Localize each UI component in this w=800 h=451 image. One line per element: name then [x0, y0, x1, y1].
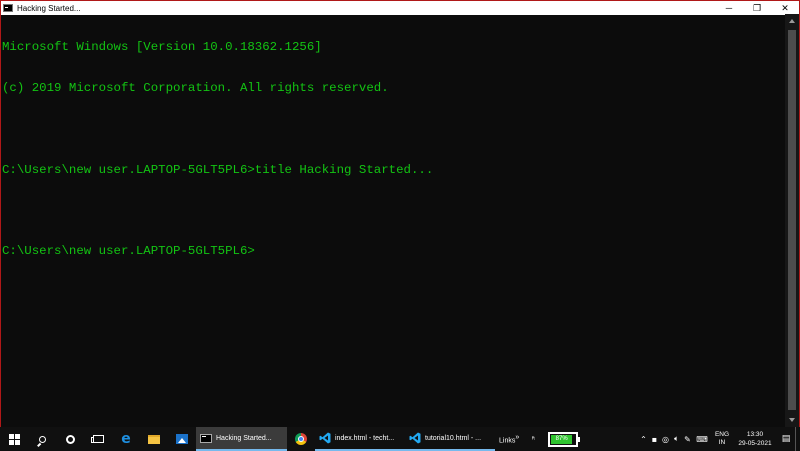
keyboard-icon[interactable]: ⌨ [693, 427, 711, 451]
globe-icon[interactable]: ◎ [660, 427, 671, 451]
task-view-button[interactable] [84, 427, 112, 451]
task-label: index.html - techt... [335, 434, 395, 442]
chevron-down-icon [789, 418, 795, 422]
vscode-icon [409, 432, 421, 444]
task-vscode-index[interactable]: index.html - techt... [315, 427, 405, 451]
scrollbar-thumb[interactable] [788, 30, 796, 410]
clock-time: 13:30 [746, 431, 764, 438]
windows-start-icon [8, 433, 20, 445]
task-view-icon [90, 435, 104, 443]
maximize-button[interactable]: ❐ [743, 1, 771, 15]
close-button[interactable]: ✕ [771, 1, 799, 15]
console-line: C:\Users\new user.LAPTOP-5GLT5PL6>title … [2, 162, 434, 177]
scroll-up-arrow[interactable] [785, 14, 799, 28]
photos-icon [176, 434, 188, 444]
file-explorer-icon [148, 434, 160, 444]
links-label: Links [499, 437, 516, 445]
links-toolbar[interactable]: Links» [495, 434, 523, 444]
task-label: tutorial10.html - ... [425, 434, 482, 442]
window-title: Hacking Started... [17, 3, 81, 13]
task-vscode-tutorial[interactable]: tutorial10.html - ... [405, 427, 495, 451]
console-line: (c) 2019 Microsoft Corporation. All righ… [2, 80, 389, 95]
notification-icon[interactable]: ▤ [777, 427, 795, 451]
cortana-button[interactable] [56, 427, 84, 451]
show-desktop-button[interactable] [795, 427, 800, 451]
console-output[interactable]: Microsoft Windows [Version 10.0.18362.12… [1, 14, 787, 427]
people-icon[interactable]: ᴿ [523, 427, 543, 451]
file-explorer-button[interactable] [140, 427, 168, 451]
task-chrome[interactable] [287, 427, 315, 451]
language-indicator[interactable]: ENG IN [711, 431, 733, 447]
task-cmd-window[interactable]: Hacking Started... [196, 427, 287, 451]
search-icon [38, 435, 46, 443]
battery-fill: 87% [551, 434, 573, 444]
minimize-button[interactable]: ─ [715, 1, 743, 15]
cmd-icon [200, 433, 212, 443]
vscode-icon [319, 432, 331, 444]
edge-button[interactable]: e [112, 427, 140, 451]
chrome-icon [295, 433, 307, 445]
vertical-scrollbar[interactable] [785, 14, 799, 427]
language-region: IN [718, 439, 726, 446]
photos-button[interactable] [168, 427, 196, 451]
security-icon[interactable]: ▪ [649, 427, 660, 451]
battery-percent: 87% [555, 436, 568, 442]
battery-icon: 87% [548, 431, 581, 447]
window-controls: ─ ❐ ✕ [715, 1, 799, 15]
cortana-icon [65, 434, 75, 444]
console-line: Microsoft Windows [Version 10.0.18362.12… [2, 40, 322, 55]
task-label: Hacking Started... [216, 434, 272, 442]
language-code: ENG [714, 431, 730, 438]
title-bar[interactable]: Hacking Started... ─ ❐ ✕ [1, 0, 799, 15]
clock[interactable]: 13:30 29-05-2021 [733, 430, 777, 448]
edge-icon: e [121, 431, 131, 447]
cmd-icon[interactable] [3, 4, 13, 12]
pen-icon[interactable]: ✎ [682, 427, 693, 451]
search-button[interactable] [28, 427, 56, 451]
chevron-right-icon[interactable]: » [515, 434, 519, 441]
volume-icon[interactable]: 🔈︎ [671, 427, 682, 451]
start-button[interactable] [0, 427, 28, 451]
scroll-down-arrow[interactable] [785, 413, 799, 427]
console-prompt[interactable]: C:\Users\new user.LAPTOP-5GLT5PL6> [2, 244, 787, 259]
clock-date: 29-05-2021 [738, 440, 772, 447]
chevron-up-icon[interactable]: ⌃ [638, 427, 649, 451]
battery-meter[interactable]: 87% [543, 427, 583, 451]
taskbar: e Hacking Started... index.html - techt.… [0, 427, 800, 451]
chevron-up-icon [789, 19, 795, 23]
command-prompt-window: Hacking Started... ─ ❐ ✕ Microsoft Windo… [0, 0, 800, 427]
